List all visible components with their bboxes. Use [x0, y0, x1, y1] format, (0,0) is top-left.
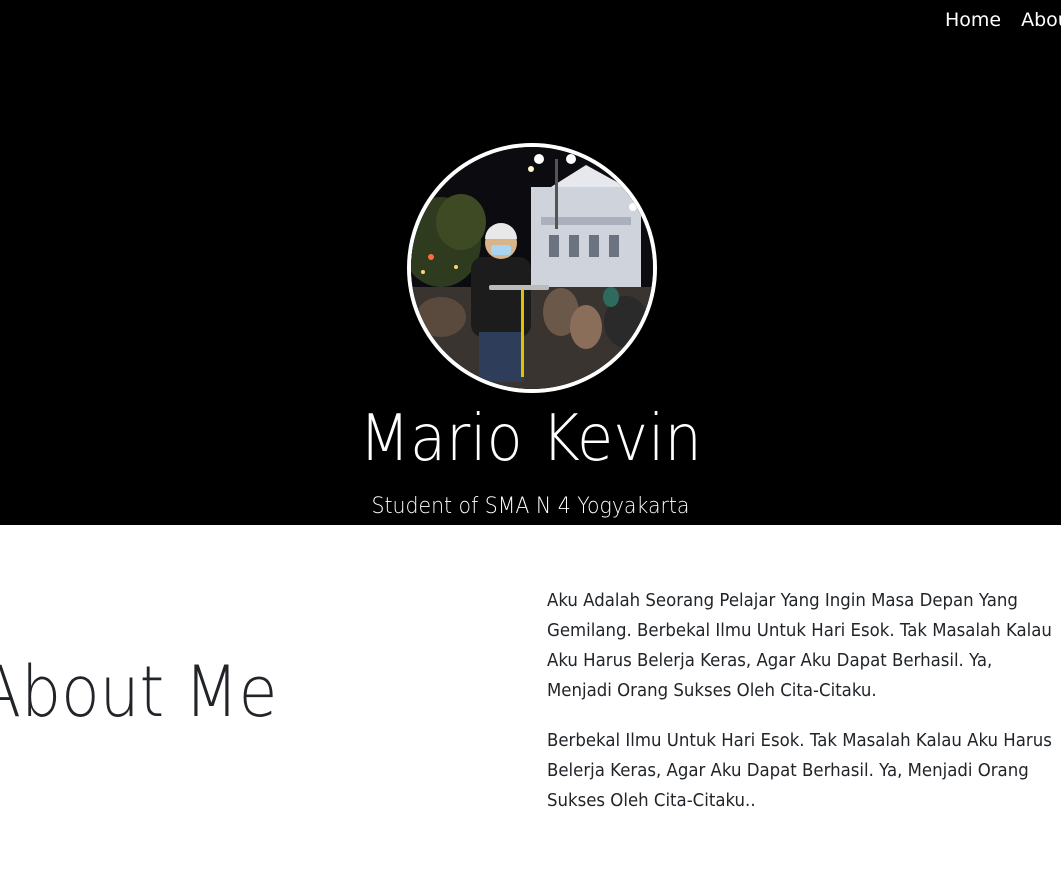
hero-name: Mario Kevin — [359, 402, 702, 476]
profile-avatar — [407, 143, 657, 393]
about-body: Aku Adalah Seorang Pelajar Yang Ingin Ma… — [547, 586, 1061, 836]
hero-section: Home About — [0, 0, 1061, 525]
nav-link-home[interactable]: Home — [945, 8, 1001, 32]
about-paragraph: Berbekal Ilmu Untuk Hari Esok. Tak Masal… — [547, 730, 1052, 811]
page: Home About — [0, 0, 1061, 875]
hero-subtitle: Student of SMA N 4 Yogyakarta — [371, 494, 690, 519]
about-heading: About Me — [0, 651, 278, 733]
top-nav: Home About — [945, 8, 1061, 32]
profile-photo — [411, 147, 653, 389]
nav-link-about[interactable]: About — [1021, 8, 1061, 32]
about-paragraph: Aku Adalah Seorang Pelajar Yang Ingin Ma… — [547, 590, 1052, 701]
